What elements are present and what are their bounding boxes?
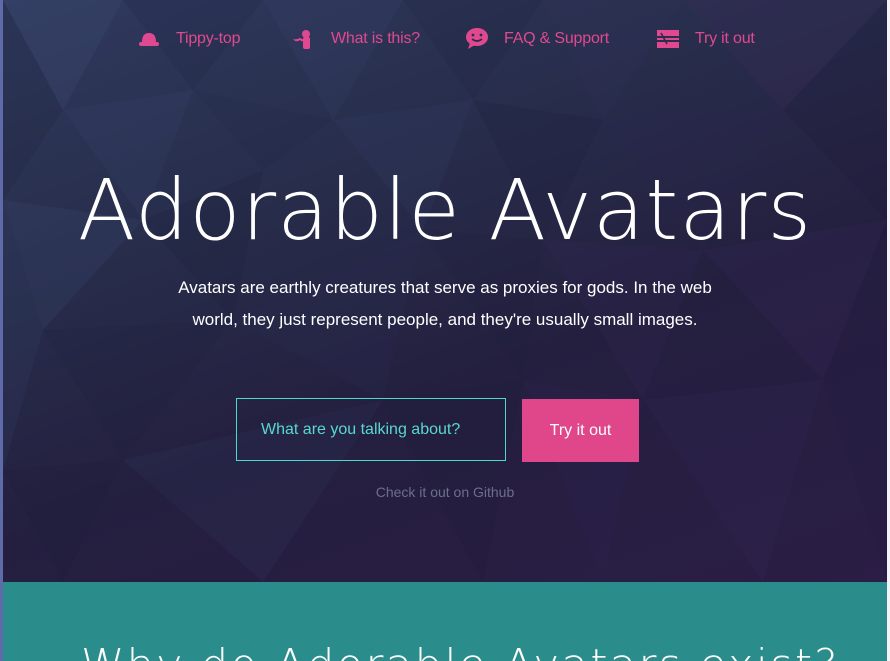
hero-section: Tippy-top What is this? FAQ & Support Tr… — [3, 0, 887, 582]
speech-bubble-face-icon — [464, 27, 490, 51]
search-input[interactable] — [236, 398, 506, 461]
hero-subtitle: Avatars are earthly creatures that serve… — [178, 278, 712, 329]
nav-label-faq-support: FAQ & Support — [504, 30, 610, 47]
nav-label-tippy-top: Tippy-top — [176, 30, 241, 47]
tray-icon — [655, 27, 681, 51]
nav-item-what-is-this[interactable]: What is this? — [291, 24, 420, 54]
page: Tippy-top What is this? FAQ & Support Tr… — [0, 0, 890, 661]
nav-label-what-is-this: What is this? — [331, 30, 420, 47]
nav-item-tippy-top[interactable]: Tippy-top — [136, 24, 241, 54]
nav-item-try-it-out[interactable]: Try it out — [655, 24, 755, 54]
page-title: Adorable Avatars — [77, 161, 813, 259]
top-navigation: Tippy-top What is this? FAQ & Support Tr… — [3, 24, 887, 54]
github-link[interactable]: Check it out on Github — [3, 484, 887, 500]
section-heading: Why do Adorable Avatars exist? — [81, 640, 840, 661]
nav-item-faq-support[interactable]: FAQ & Support — [464, 24, 609, 54]
why-section: Why do Adorable Avatars exist? — [3, 582, 887, 661]
top-hat-icon — [136, 27, 162, 51]
nav-label-try-it-out: Try it out — [695, 30, 755, 47]
try-it-out-button[interactable]: Try it out — [522, 399, 639, 462]
mustache-head-icon — [291, 27, 317, 51]
